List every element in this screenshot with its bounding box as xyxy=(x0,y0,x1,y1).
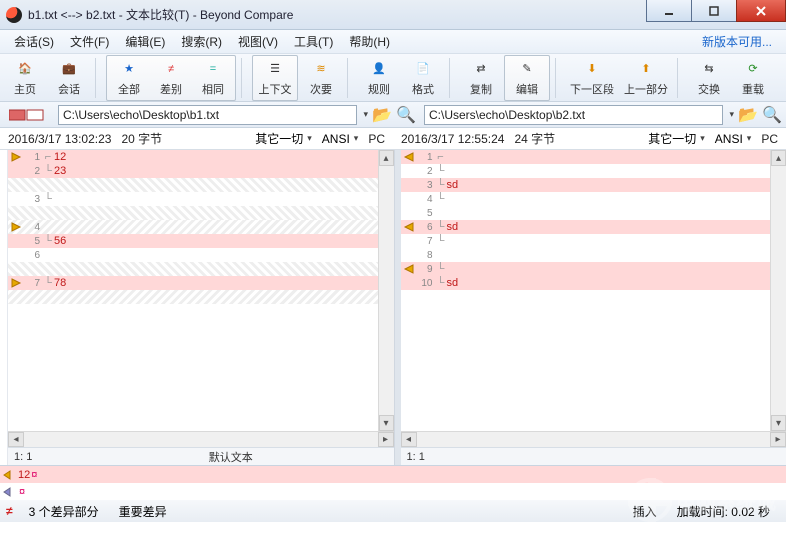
left-info: 2016/3/17 13:02:23 20 字节 其它一切▾ ANSI▾ PC xyxy=(0,130,393,147)
session-button[interactable]: 💼会话 xyxy=(48,57,90,99)
menu-item[interactable]: 编辑(E) xyxy=(117,33,173,51)
swap-button[interactable]: ⇆交换 xyxy=(688,57,730,99)
minor-button[interactable]: ≋次要 xyxy=(300,57,342,99)
merge-line[interactable] xyxy=(0,483,786,500)
code-line[interactable]: 4└ xyxy=(401,192,786,206)
folder-icon: 💼 xyxy=(62,59,76,79)
close-button[interactable] xyxy=(736,0,786,22)
code-line[interactable]: 3└sd xyxy=(401,178,786,192)
code-line[interactable] xyxy=(8,178,394,192)
menu-item[interactable]: 视图(V) xyxy=(230,33,286,51)
menu-item[interactable]: 文件(F) xyxy=(62,33,117,51)
horizontal-scrollbar[interactable]: ◂▸ xyxy=(401,431,786,447)
menu-item[interactable]: 工具(T) xyxy=(286,33,341,51)
path-row: ▾ 📂 🔍 ▾ 📂 🔍 xyxy=(0,102,786,128)
prev-section-button[interactable]: ⬆上一部分 xyxy=(620,57,672,99)
code-line[interactable]: 1⌐ xyxy=(401,150,786,164)
context-button[interactable]: ☰上下文 xyxy=(254,57,296,99)
window-title: b1.txt <--> b2.txt - 文本比较(T) - Beyond Co… xyxy=(28,6,293,23)
rules-button[interactable]: 👤规则 xyxy=(358,57,400,99)
info-row: 2016/3/17 13:02:23 20 字节 其它一切▾ ANSI▾ PC … xyxy=(0,128,786,150)
code-line[interactable] xyxy=(8,262,394,276)
reload-icon: ⟳ xyxy=(748,59,757,79)
code-line[interactable]: 4 xyxy=(8,220,394,234)
window-controls xyxy=(647,0,786,22)
code-line[interactable]: 7└78 xyxy=(8,276,394,290)
home-icon: 🏠 xyxy=(18,59,32,79)
right-pane: 1⌐2└3└sd4└56└sd7└89└10└sd ▴▾ ◂▸ 1: 1 xyxy=(401,150,786,465)
code-line[interactable]: 10└sd xyxy=(401,276,786,290)
dropdown-icon[interactable]: ▾ xyxy=(729,109,734,120)
swap-icon: ⇆ xyxy=(704,59,713,79)
home-button[interactable]: 🏠主页 xyxy=(4,57,46,99)
merge-line[interactable]: 12 xyxy=(0,466,786,483)
titlebar: b1.txt <--> b2.txt - 文本比较(T) - Beyond Co… xyxy=(0,0,786,30)
encoding-dropdown[interactable]: ANSI▾ xyxy=(322,132,359,146)
left-text[interactable]: 1⌐122└23 3└ 45└566 7└78 xyxy=(8,150,394,431)
insert-mode: 插入 xyxy=(623,503,667,520)
app-icon xyxy=(6,7,22,23)
menubar: 会话(S)文件(F)编辑(E)搜索(R)视图(V)工具(T)帮助(H) 新版本可… xyxy=(0,30,786,54)
right-info: 2016/3/17 12:55:24 24 字节 其它一切▾ ANSI▾ PC xyxy=(393,130,786,147)
dropdown-icon[interactable]: ▾ xyxy=(363,109,368,120)
edit-icon: ✎ xyxy=(522,59,531,79)
menu-item[interactable]: 会话(S) xyxy=(6,33,62,51)
menu-item[interactable]: 搜索(R) xyxy=(173,33,230,51)
not-equal-icon: ≠ xyxy=(6,504,13,518)
statusbar: ≠ 3 个差异部分 重要差异 插入 加载时间: 0.02 秒 xyxy=(0,500,786,522)
all-button[interactable]: ★全部 xyxy=(108,57,150,99)
menu-item[interactable]: 帮助(H) xyxy=(341,33,398,51)
code-line[interactable] xyxy=(8,290,394,304)
vertical-scrollbar[interactable]: ▴▾ xyxy=(770,150,786,431)
toolbar: 🏠主页 💼会话 ★全部 ≠差别 =相同 ☰上下文 ≋次要 👤规则 📄格式 ⇄复制… xyxy=(0,54,786,102)
right-text[interactable]: 1⌐2└3└sd4└56└sd7└89└10└sd xyxy=(401,150,786,431)
code-line[interactable]: 6└sd xyxy=(401,220,786,234)
code-line[interactable] xyxy=(8,206,394,220)
reload-button[interactable]: ⟳重载 xyxy=(732,57,774,99)
format-icon: 📄 xyxy=(416,59,430,79)
code-line[interactable]: 2└ xyxy=(401,164,786,178)
code-line[interactable]: 5└56 xyxy=(8,234,394,248)
update-link[interactable]: 新版本可用... xyxy=(702,33,780,50)
overview-indicator[interactable] xyxy=(0,108,54,122)
merge-view: 12 xyxy=(0,466,786,500)
open-folder-icon[interactable]: 📂 xyxy=(738,105,758,125)
code-line[interactable]: 5 xyxy=(401,206,786,220)
compare-area: 1⌐122└23 3└ 45└566 7└78 ▴▾ ◂▸ 1: 1默认文本 1⌐2└… xyxy=(0,150,786,466)
left-pane-status: 1: 1默认文本 xyxy=(8,447,394,465)
left-path-input[interactable] xyxy=(58,105,357,125)
next-section-button[interactable]: ⬇下一区段 xyxy=(566,57,618,99)
browse-icon[interactable]: 🔍 xyxy=(396,105,416,125)
referee-icon: 👤 xyxy=(372,59,386,79)
right-pane-status: 1: 1 xyxy=(401,447,786,465)
same-button[interactable]: =相同 xyxy=(192,57,234,99)
load-time: 加载时间: 0.02 秒 xyxy=(667,503,780,520)
code-line[interactable]: 1⌐12 xyxy=(8,150,394,164)
encoding-dropdown[interactable]: ANSI▾ xyxy=(715,132,752,146)
horizontal-scrollbar[interactable]: ◂▸ xyxy=(8,431,394,447)
code-line[interactable]: 7└ xyxy=(401,234,786,248)
format-button[interactable]: 📄格式 xyxy=(402,57,444,99)
diff-button[interactable]: ≠差别 xyxy=(150,57,192,99)
edit-button[interactable]: ✎编辑 xyxy=(506,57,548,99)
left-pane: 1⌐122└23 3└ 45└566 7└78 ▴▾ ◂▸ 1: 1默认文本 xyxy=(8,150,395,465)
right-path-input[interactable] xyxy=(424,105,723,125)
extra-dropdown[interactable]: 其它一切▾ xyxy=(648,130,705,147)
major-diff: 重要差异 xyxy=(109,503,177,520)
browse-icon[interactable]: 🔍 xyxy=(762,105,782,125)
minimize-button[interactable] xyxy=(646,0,692,22)
code-line[interactable]: 3└ xyxy=(8,192,394,206)
diff-count: 3 个差异部分 xyxy=(19,503,109,520)
copy-icon: ⇄ xyxy=(476,59,485,79)
filter-group: ★全部 ≠差别 =相同 xyxy=(106,55,236,101)
copy-button[interactable]: ⇄复制 xyxy=(460,57,502,99)
code-line[interactable]: 8 xyxy=(401,248,786,262)
open-folder-icon[interactable]: 📂 xyxy=(372,105,392,125)
code-line[interactable]: 9└ xyxy=(401,262,786,276)
vertical-scrollbar[interactable]: ▴▾ xyxy=(378,150,394,431)
extra-dropdown[interactable]: 其它一切▾ xyxy=(255,130,312,147)
code-line[interactable]: 2└23 xyxy=(8,164,394,178)
maximize-button[interactable] xyxy=(691,0,737,22)
code-line[interactable]: 6 xyxy=(8,248,394,262)
